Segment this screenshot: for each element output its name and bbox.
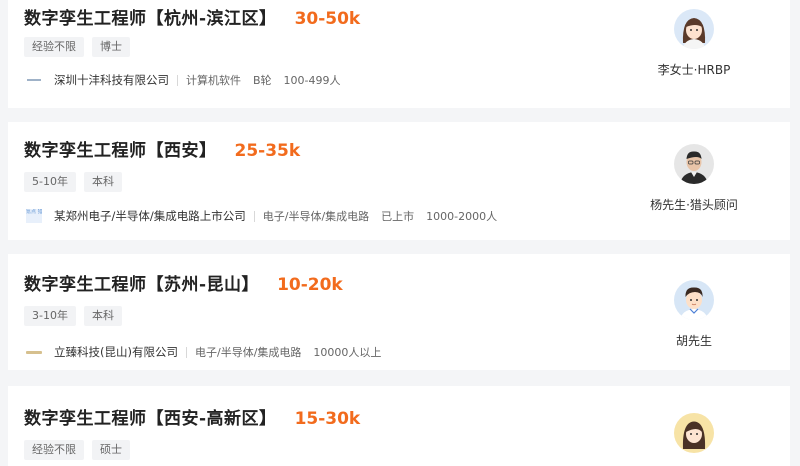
company-stage: 已上市 [381,210,415,223]
job-salary: 30-50k [294,9,361,29]
job-salary: 10-20k [277,275,343,295]
recruiter-name: 胡先生 [675,334,712,348]
job-card[interactable]: 数字孪生工程师【杭州-滨江区】 30-50k 经验不限 博士 深圳十沣科技有限公… [8,0,790,108]
female-avatar-icon[interactable] [674,9,714,49]
job-salary: 15-30k [294,409,361,429]
company-size: 100-499人 [283,74,341,87]
female-cartoon-avatar-icon[interactable] [674,413,714,453]
job-title-row[interactable]: 数字孪生工程师【西安-高新区】 15-30k [24,404,360,429]
male-photo-avatar-icon[interactable] [674,144,714,184]
company-logo-icon [24,73,44,87]
company-stage: B轮 [253,74,272,87]
education-tag: 本科 [83,306,122,326]
job-title[interactable]: 数字孪生工程师【苏州-昆山】 [24,270,259,295]
company-logo-icon [24,345,44,359]
company-row: 深圳十沣科技有限公司 计算机软件 B轮 100-499人 [24,72,353,88]
divider [177,74,178,86]
experience-tag: 经验不限 [24,37,84,57]
experience-tag: 5-10年 [24,172,76,192]
company-size: 10000人以上 [313,346,382,359]
experience-tag: 经验不限 [24,440,84,460]
education-tag: 本科 [83,172,122,192]
company-industry: 电子/半导体/集成电路 [194,346,302,359]
job-tags: 经验不限 硕士 [24,440,130,460]
job-title[interactable]: 数字孪生工程师【西安】 [24,136,217,161]
education-tag: 博士 [92,37,130,57]
company-size: 1000-2000人 [426,210,498,223]
education-tag: 硕士 [92,440,130,460]
job-card[interactable]: 数字孪生工程师【苏州-昆山】 10-20k 3-10年 本科 立臻科技(昆山)有… [8,254,790,370]
job-title-row[interactable]: 数字孪生工程师【杭州-滨江区】 30-50k [24,4,360,29]
recruiter-block[interactable]: 胡先生 [609,280,779,349]
job-title-row[interactable]: 数字孪生工程师【西安】 25-35k [24,136,300,161]
company-name[interactable]: 深圳十沣科技有限公司 [54,72,169,88]
company-logo-icon: 氪点 猎头 [24,209,44,223]
experience-tag: 3-10年 [24,306,76,326]
job-tags: 5-10年 本科 [24,172,122,192]
job-card[interactable]: 数字孪生工程师【西安】 25-35k 5-10年 本科 氪点 猎头 某郑州电子/… [8,122,790,240]
divider [185,346,187,358]
recruiter-name: 杨先生·猎头顾问 [650,198,738,212]
company-row: 氪点 猎头 某郑州电子/半导体/集成电路上市公司 电子/半导体/集成电路 已上市… [24,208,509,224]
company-name[interactable]: 立臻科技(昆山)有限公司 [54,344,178,360]
company-name[interactable]: 某郑州电子/半导体/集成电路上市公司 [54,208,246,224]
male-cartoon-avatar-icon[interactable] [674,280,714,320]
company-industry: 电子/半导体/集成电路 [262,210,370,223]
recruiter-block[interactable] [609,413,779,453]
job-title-row[interactable]: 数字孪生工程师【苏州-昆山】 10-20k [24,270,343,295]
job-card[interactable]: 数字孪生工程师【西安-高新区】 15-30k 经验不限 硕士 [8,386,790,466]
recruiter-block[interactable]: 杨先生·猎头顾问 [609,144,779,213]
recruiter-block[interactable]: 李女士·HRBP [609,9,779,78]
job-title[interactable]: 数字孪生工程师【西安-高新区】 [24,404,277,429]
job-tags: 3-10年 本科 [24,306,122,326]
divider [253,210,255,222]
job-title[interactable]: 数字孪生工程师【杭州-滨江区】 [24,4,277,29]
job-tags: 经验不限 博士 [24,37,130,57]
company-row: 立臻科技(昆山)有限公司 电子/半导体/集成电路 10000人以上 [24,344,393,360]
job-salary: 25-35k [234,141,301,161]
company-industry: 计算机软件 [186,74,241,87]
recruiter-name: 李女士·HRBP [657,63,731,77]
